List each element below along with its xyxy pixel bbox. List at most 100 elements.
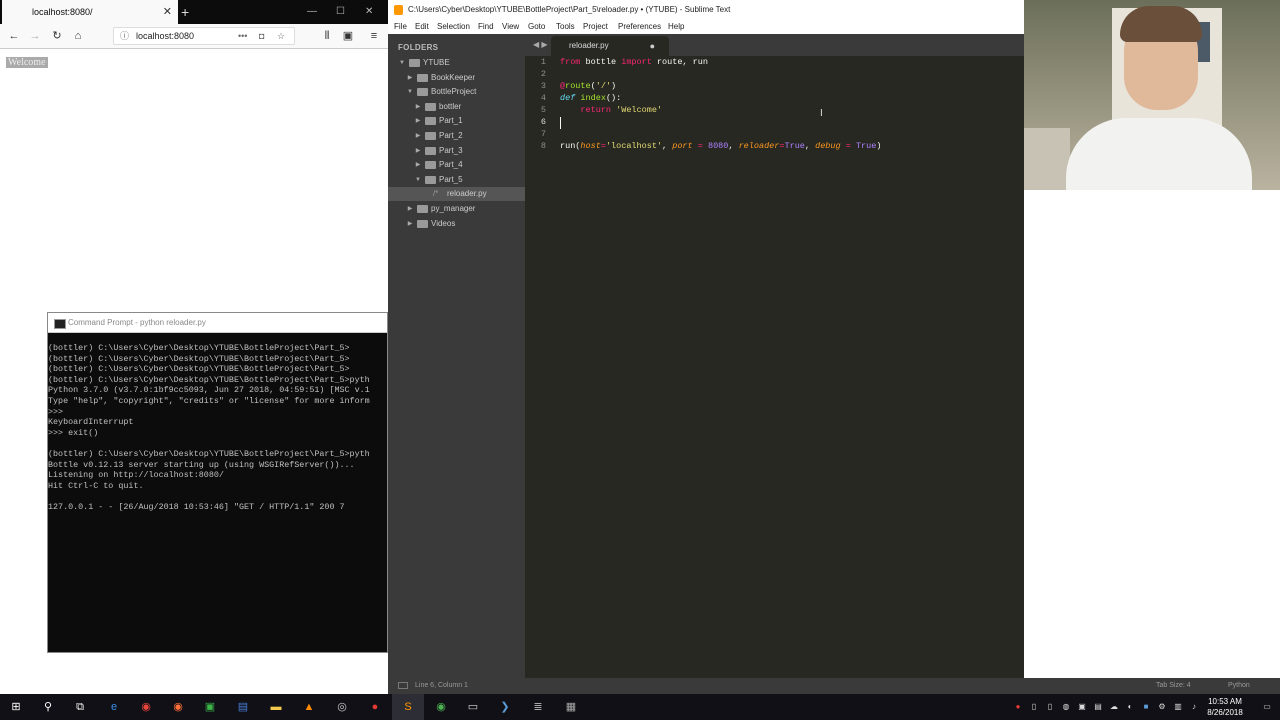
tree-folder[interactable]: ▼ Part_5: [388, 173, 525, 187]
task-view-icon[interactable]: ⧉: [70, 697, 90, 717]
tree-folder[interactable]: ▼ BottleProject: [388, 85, 525, 99]
chevron-right-icon[interactable]: ▶: [406, 71, 414, 85]
store-icon[interactable]: ▣: [200, 697, 220, 717]
tree-file[interactable]: /* reloader.py: [388, 187, 525, 202]
volume-icon[interactable]: ♪: [1189, 701, 1199, 713]
code-line-3[interactable]: @route('/'): [560, 80, 616, 92]
app-icon[interactable]: ▤: [233, 697, 253, 717]
windows-start-icon[interactable]: ⊞: [6, 697, 26, 717]
menu-view[interactable]: View: [502, 20, 519, 34]
menu-project[interactable]: Project: [583, 20, 608, 34]
tree-folder[interactable]: ▶ Videos: [388, 217, 525, 231]
chevron-right-icon[interactable]: ▶: [406, 217, 414, 231]
chevron-right-icon[interactable]: ▶: [414, 100, 422, 114]
panel-toggle-icon[interactable]: [398, 682, 408, 689]
menu-file[interactable]: File: [394, 20, 407, 34]
tree-folder[interactable]: ▶ Part_1: [388, 114, 525, 128]
tree-folder[interactable]: ▶ bottler: [388, 100, 525, 114]
url-bar[interactable]: ⓘ localhost:8080 ••• ◘ ☆: [113, 27, 295, 45]
browser-tab[interactable]: localhost:8080/ ✕: [2, 0, 178, 24]
code-line-5[interactable]: return 'Welcome': [560, 104, 662, 116]
record-icon[interactable]: ●: [1013, 701, 1023, 713]
tray-icon[interactable]: ▯: [1029, 701, 1039, 713]
file-explorer-icon[interactable]: ▬: [266, 697, 286, 717]
cloud-icon[interactable]: ☁: [1109, 701, 1119, 713]
close-window-button[interactable]: ✕: [365, 0, 373, 24]
tree-folder[interactable]: ▶ Part_2: [388, 129, 525, 143]
reload-icon[interactable]: ↻: [48, 27, 66, 45]
chevron-right-icon[interactable]: ▶: [414, 144, 422, 158]
library-icon[interactable]: ⫴: [318, 27, 336, 45]
tray-icon[interactable]: ◍: [1061, 701, 1071, 713]
tray-icon[interactable]: ⚙: [1157, 701, 1167, 713]
powershell-icon[interactable]: ❯: [495, 697, 515, 717]
home-icon[interactable]: ⌂: [69, 27, 87, 45]
chevron-right-icon[interactable]: ▶: [414, 129, 422, 143]
info-icon[interactable]: ⓘ: [120, 28, 129, 44]
cmd-output[interactable]: (bottler) C:\Users\Cyber\Desktop\YTUBE\B…: [48, 343, 387, 652]
chrome-icon[interactable]: ◉: [136, 697, 156, 717]
status-syntax-label[interactable]: Python: [1228, 678, 1250, 694]
search-icon[interactable]: ⚲: [38, 697, 58, 717]
code-line-8[interactable]: run(host='localhost', port = 8080, reloa…: [560, 140, 881, 152]
new-tab-button[interactable]: +: [181, 1, 189, 23]
tree-folder[interactable]: ▶ Part_3: [388, 144, 525, 158]
command-prompt-window[interactable]: Command Prompt - python reloader.py (bot…: [47, 312, 388, 653]
chevron-down-icon[interactable]: ▼: [398, 56, 406, 70]
database-icon[interactable]: ≣: [528, 697, 548, 717]
menu-edit[interactable]: Edit: [415, 20, 429, 34]
edge-icon[interactable]: e: [104, 697, 124, 717]
tray-icon[interactable]: ◐: [1125, 701, 1135, 713]
sublime-titlebar[interactable]: C:\Users\Cyber\Desktop\YTUBE\BottleProje…: [388, 0, 1024, 20]
app-icon[interactable]: ▦: [561, 697, 581, 717]
tree-folder[interactable]: ▼ YTUBE: [388, 56, 525, 70]
obs-icon[interactable]: ●: [365, 697, 385, 717]
back-icon[interactable]: ←: [5, 27, 23, 45]
tab-reloader[interactable]: reloader.py ●: [551, 36, 669, 56]
app-icon[interactable]: ◎: [332, 697, 352, 717]
pocket-icon[interactable]: ◘: [259, 28, 264, 44]
tree-folder[interactable]: ▶ BookKeeper: [388, 71, 525, 85]
cmd-icon[interactable]: ▭: [463, 697, 483, 717]
url-text[interactable]: localhost:8080: [136, 28, 194, 44]
tray-icon[interactable]: ▣: [1077, 701, 1087, 713]
bookmark-star-icon[interactable]: ☆: [277, 28, 285, 44]
tray-icon[interactable]: ▯: [1045, 701, 1055, 713]
sublime-text-icon[interactable]: S: [398, 697, 418, 717]
menu-selection[interactable]: Selection: [437, 20, 470, 34]
menu-help[interactable]: Help: [668, 20, 684, 34]
cmd-titlebar[interactable]: Command Prompt - python reloader.py: [48, 313, 387, 333]
chevron-right-icon[interactable]: ▶: [414, 114, 422, 128]
menu-goto[interactable]: Goto: [528, 20, 545, 34]
tree-folder[interactable]: ▶ Part_4: [388, 158, 525, 172]
minimize-button[interactable]: —: [307, 0, 317, 24]
clock[interactable]: 10:53 AM 8/26/2018: [1199, 696, 1251, 718]
maximize-button[interactable]: ☐: [336, 0, 345, 24]
code-line-1[interactable]: from bottle import route, run: [560, 56, 708, 68]
firefox-icon[interactable]: ◉: [168, 697, 188, 717]
unsaved-dot-icon[interactable]: ●: [650, 36, 655, 56]
menu-tools[interactable]: Tools: [556, 20, 575, 34]
network-icon[interactable]: ▥: [1173, 701, 1183, 713]
menu-preferences[interactable]: Preferences: [618, 20, 661, 34]
menu-icon[interactable]: ≡: [365, 27, 383, 45]
tray-icon[interactable]: ■: [1141, 701, 1151, 713]
app-icon[interactable]: ◉: [431, 697, 451, 717]
tray-icon[interactable]: ▤: [1093, 701, 1103, 713]
chevron-right-icon[interactable]: ▶: [406, 202, 414, 216]
status-tab-size-label[interactable]: Tab Size: 4: [1156, 678, 1191, 694]
chevron-right-icon[interactable]: ▶: [414, 158, 422, 172]
chevron-down-icon[interactable]: ▼: [406, 85, 414, 99]
forward-icon[interactable]: →: [26, 27, 44, 45]
code-line-4[interactable]: def index():: [560, 92, 621, 104]
close-icon[interactable]: ✕: [163, 0, 172, 24]
sidebar-icon[interactable]: ▣: [339, 27, 357, 45]
menu-find[interactable]: Find: [478, 20, 494, 34]
chevron-down-icon[interactable]: ▼: [414, 173, 422, 187]
code-editor[interactable]: 1 2 3 4 5 6 7 8 from bottle import route…: [525, 56, 1024, 678]
notifications-icon[interactable]: ▭: [1262, 701, 1272, 713]
tab-nav-arrows[interactable]: ◀ ▶: [533, 34, 548, 56]
more-icon[interactable]: •••: [238, 28, 247, 44]
tree-folder[interactable]: ▶ py_manager: [388, 202, 525, 216]
vlc-icon[interactable]: ▲: [299, 697, 319, 717]
